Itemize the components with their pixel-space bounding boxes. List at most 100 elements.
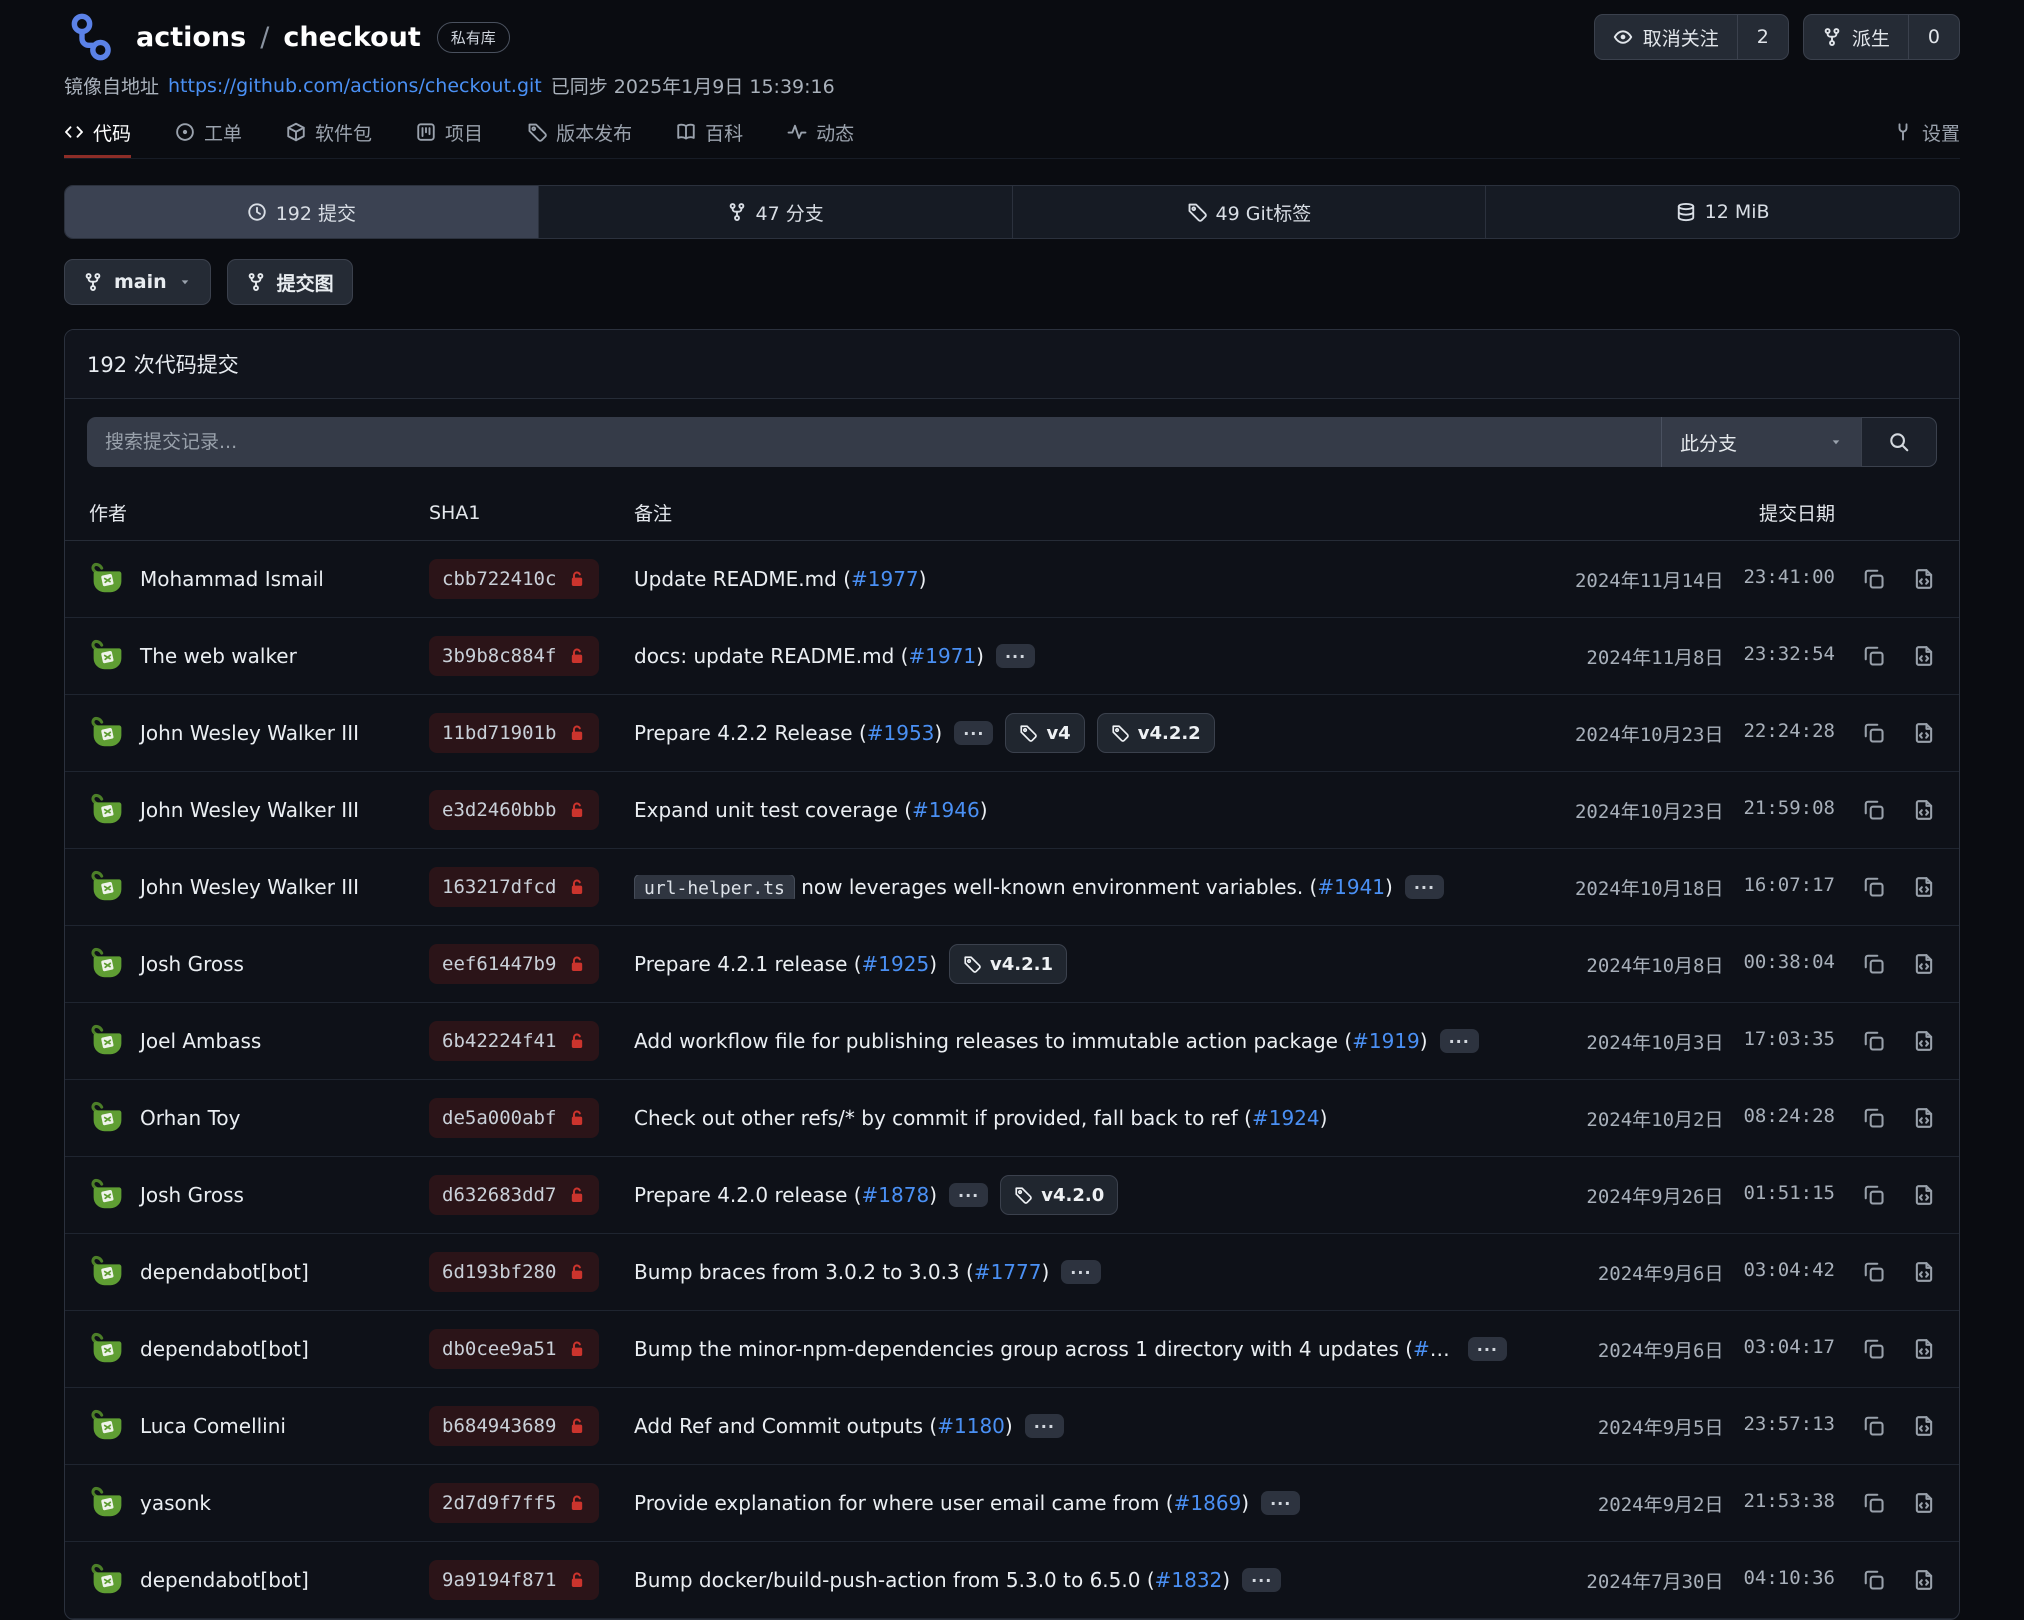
tag-chip[interactable]: v4 [1005,713,1084,753]
commit-sha-link[interactable]: de5a000abf [429,1098,599,1138]
stat-size[interactable]: 12 MiB [1486,186,1959,238]
browse-source-at-commit-button[interactable] [1913,1261,1935,1283]
watchers-count[interactable]: 2 [1737,15,1788,59]
tab-code[interactable]: 代码 [64,109,131,158]
issue-link[interactable]: #1919 [1352,1029,1420,1053]
browse-source-at-commit-button[interactable] [1913,1492,1935,1514]
author-name[interactable]: yasonk [140,1491,211,1515]
copy-commit-id-button[interactable] [1863,1415,1885,1437]
tab-issues[interactable]: 工单 [175,109,242,158]
branch-filter-dropdown[interactable]: 此分支 [1661,417,1861,467]
commit-sha-link[interactable]: e3d2460bbb [429,790,599,830]
commit-sha-link[interactable]: b684943689 [429,1406,599,1446]
issue-link[interactable]: #1941 [1317,875,1385,899]
copy-commit-id-button[interactable] [1863,876,1885,898]
author-name[interactable]: dependabot[bot] [140,1260,309,1284]
tab-projects[interactable]: 项目 [416,109,483,158]
commit-graph-button[interactable]: 提交图 [227,259,353,305]
expand-message-button[interactable]: ··· [954,721,993,745]
copy-commit-id-button[interactable] [1863,722,1885,744]
stat-branches[interactable]: 47 分支 [539,186,1013,238]
copy-commit-id-button[interactable] [1863,1261,1885,1283]
forks-count[interactable]: 0 [1908,15,1959,59]
copy-commit-id-button[interactable] [1863,1492,1885,1514]
expand-message-button[interactable]: ··· [996,644,1035,668]
issue-link[interactable]: #1869 [1174,1491,1242,1515]
tag-chip[interactable]: v4.2.1 [949,944,1067,984]
tag-chip[interactable]: v4.2.2 [1097,713,1215,753]
copy-commit-id-button[interactable] [1863,568,1885,590]
author-name[interactable]: Orhan Toy [140,1106,240,1130]
repo-name-link[interactable]: checkout [283,22,420,53]
browse-source-at-commit-button[interactable] [1913,953,1935,975]
issue-link[interactable]: #1971 [908,644,976,668]
author-name[interactable]: Josh Gross [140,1183,244,1207]
issue-link[interactable]: #1872 [1413,1337,1456,1361]
browse-source-at-commit-button[interactable] [1913,1569,1935,1591]
issue-link[interactable]: #1977 [851,567,919,591]
mirror-url-link[interactable]: https://github.com/actions/checkout.git [168,75,542,97]
commit-search-button[interactable] [1861,417,1937,467]
unwatch-button[interactable]: 取消关注 2 [1594,14,1789,60]
issue-link[interactable]: #1946 [912,798,980,822]
issue-link[interactable]: #1832 [1155,1568,1223,1592]
stat-commits[interactable]: 192 提交 [65,186,539,238]
copy-commit-id-button[interactable] [1863,953,1885,975]
tab-packages[interactable]: 软件包 [286,109,372,158]
issue-link[interactable]: #1953 [867,721,935,745]
issue-link[interactable]: #1925 [862,952,930,976]
tab-settings[interactable]: 设置 [1893,109,1960,158]
author-name[interactable]: John Wesley Walker III [140,798,359,822]
author-name[interactable]: John Wesley Walker III [140,721,359,745]
author-name[interactable]: dependabot[bot] [140,1568,309,1592]
repo-owner-link[interactable]: actions [136,22,246,53]
issue-link[interactable]: #1777 [974,1260,1042,1284]
author-name[interactable]: Josh Gross [140,952,244,976]
author-name[interactable]: John Wesley Walker III [140,875,359,899]
commit-sha-link[interactable]: cbb722410c [429,559,599,599]
browse-source-at-commit-button[interactable] [1913,876,1935,898]
commit-sha-link[interactable]: 3b9b8c884f [429,636,599,676]
copy-commit-id-button[interactable] [1863,1030,1885,1052]
commit-sha-link[interactable]: d632683dd7 [429,1175,599,1215]
browse-source-at-commit-button[interactable] [1913,568,1935,590]
author-name[interactable]: Joel Ambass [140,1029,261,1053]
expand-message-button[interactable]: ··· [1440,1029,1479,1053]
copy-commit-id-button[interactable] [1863,799,1885,821]
commit-search-input[interactable] [87,417,1661,467]
browse-source-at-commit-button[interactable] [1913,1030,1935,1052]
expand-message-button[interactable]: ··· [1061,1260,1100,1284]
browse-source-at-commit-button[interactable] [1913,1338,1935,1360]
author-name[interactable]: Luca Comellini [140,1414,286,1438]
commit-sha-link[interactable]: 163217dfcd [429,867,599,907]
browse-source-at-commit-button[interactable] [1913,645,1935,667]
expand-message-button[interactable]: ··· [1468,1337,1507,1361]
branch-selector-button[interactable]: main [64,259,211,305]
copy-commit-id-button[interactable] [1863,1184,1885,1206]
tab-activity[interactable]: 动态 [787,109,854,158]
commit-sha-link[interactable]: 6d193bf280 [429,1252,599,1292]
tab-wiki[interactable]: 百科 [676,109,743,158]
commit-sha-link[interactable]: 6b42224f41 [429,1021,599,1061]
expand-message-button[interactable]: ··· [949,1183,988,1207]
expand-message-button[interactable]: ··· [1025,1414,1064,1438]
issue-link[interactable]: #1180 [937,1414,1005,1438]
expand-message-button[interactable]: ··· [1405,875,1444,899]
commit-sha-link[interactable]: db0cee9a51 [429,1329,599,1369]
expand-message-button[interactable]: ··· [1261,1491,1300,1515]
browse-source-at-commit-button[interactable] [1913,1415,1935,1437]
copy-commit-id-button[interactable] [1863,1569,1885,1591]
issue-link[interactable]: #1878 [862,1183,930,1207]
browse-source-at-commit-button[interactable] [1913,799,1935,821]
commit-sha-link[interactable]: 11bd71901b [429,713,599,753]
tab-releases[interactable]: 版本发布 [527,109,632,158]
copy-commit-id-button[interactable] [1863,1338,1885,1360]
fork-button[interactable]: 派生 0 [1803,14,1960,60]
browse-source-at-commit-button[interactable] [1913,722,1935,744]
commit-sha-link[interactable]: eef61447b9 [429,944,599,984]
copy-commit-id-button[interactable] [1863,1107,1885,1129]
browse-source-at-commit-button[interactable] [1913,1184,1935,1206]
copy-commit-id-button[interactable] [1863,645,1885,667]
expand-message-button[interactable]: ··· [1242,1568,1281,1592]
author-name[interactable]: dependabot[bot] [140,1337,309,1361]
